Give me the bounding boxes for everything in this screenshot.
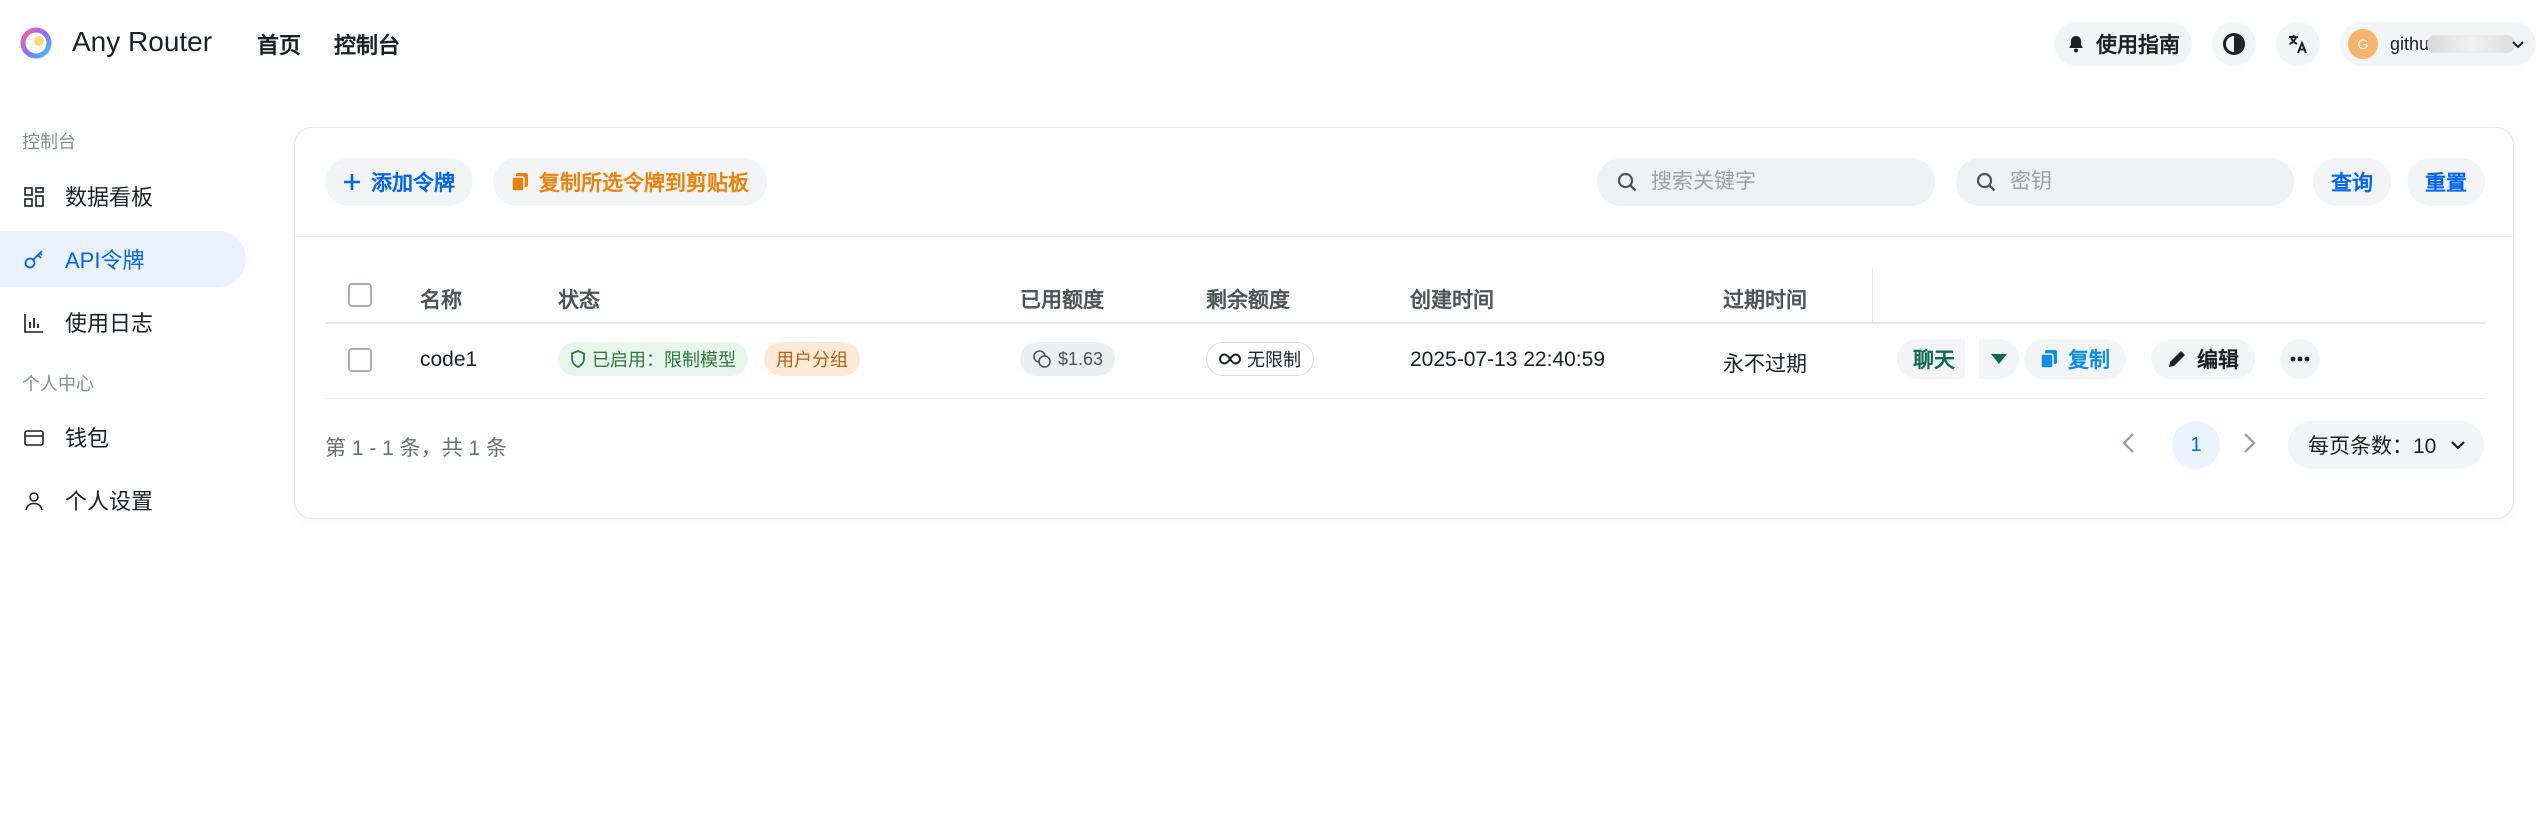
toolbar-divider: [295, 236, 2513, 237]
page-size-select[interactable]: 每页条数：10: [2288, 421, 2484, 469]
chevron-right-icon[interactable]: [2234, 428, 2264, 458]
column-separator: [1872, 268, 1873, 324]
user-menu-button[interactable]: G githu: [2340, 22, 2536, 66]
infinity-icon: [1219, 353, 1241, 365]
moon-icon: [2223, 33, 2245, 55]
language-button[interactable]: [2276, 22, 2320, 66]
pagination-summary: 第 1 - 1 条，共 1 条: [325, 437, 508, 460]
sidebar-item-api-tokens[interactable]: API令牌: [0, 231, 246, 287]
bell-icon: [2069, 36, 2083, 53]
caret-down-icon: [1991, 354, 2007, 364]
sidebar-item-label: 数据看板: [65, 185, 154, 210]
remaining-quota: 无限制: [1247, 350, 1301, 370]
copy-selected-label: 复制所选令牌到剪贴板: [539, 172, 749, 195]
copy-icon: [2040, 350, 2057, 369]
group-badge: 用户分组: [764, 342, 860, 376]
page-button-current[interactable]: 1: [2172, 421, 2220, 469]
add-token-label: 添加令牌: [371, 172, 455, 195]
app-logo-icon[interactable]: [20, 27, 52, 59]
shield-icon: [571, 350, 585, 368]
column-header-created[interactable]: 创建时间: [1410, 284, 1494, 314]
sidebar-item-label: 钱包: [65, 426, 110, 451]
key-icon: [24, 250, 43, 269]
column-header-used[interactable]: 已用额度: [1020, 284, 1104, 314]
sidebar-item-dashboard[interactable]: 数据看板: [0, 168, 246, 224]
search-icon: [1976, 172, 1996, 192]
sidebar-item-label: 个人设置: [65, 489, 154, 514]
query-label: 查询: [2331, 172, 2373, 195]
query-button[interactable]: 查询: [2313, 158, 2391, 206]
chat-button[interactable]: 聊天: [1897, 339, 1965, 379]
avatar: G: [2348, 29, 2378, 59]
chevron-left-icon[interactable]: [2114, 428, 2144, 458]
coins-icon: [1033, 350, 1051, 368]
nav-home[interactable]: 首页: [257, 28, 301, 60]
guide-label: 使用指南: [2096, 34, 2180, 57]
search-keyword-box: [1597, 158, 1935, 206]
search-icon: [1617, 172, 1637, 192]
used-quota: $1.63: [1058, 348, 1104, 369]
created-time: 2025-07-13 22:40:59: [1410, 348, 1605, 371]
edit-token-label: 编辑: [2197, 349, 2239, 372]
more-icon: [2290, 356, 2310, 362]
chevron-down-icon: [2512, 41, 2524, 49]
copy-token-label: 复制: [2068, 349, 2110, 372]
nav-console[interactable]: 控制台: [334, 28, 400, 60]
search-keyword-input[interactable]: [1651, 170, 1901, 194]
guide-button[interactable]: 使用指南: [2054, 22, 2192, 66]
edit-token-button[interactable]: 编辑: [2151, 339, 2255, 379]
reset-label: 重置: [2425, 172, 2467, 195]
token-name: code1: [420, 348, 478, 371]
used-quota-badge: $1.63: [1020, 342, 1116, 376]
pencil-icon: [2169, 351, 2185, 367]
copy-icon: [511, 173, 528, 192]
redacted-username: [2427, 35, 2516, 53]
user-name: githu: [2390, 33, 2430, 54]
group-text: 用户分组: [776, 350, 848, 370]
chat-dropdown-button[interactable]: [1979, 339, 2019, 379]
status-text: 已启用：限制模型: [592, 350, 736, 370]
translate-icon: [2289, 35, 2307, 54]
sidebar-section-personal: 个人中心: [22, 374, 94, 394]
table-header-divider: [325, 322, 2485, 324]
page-size-label: 每页条数：10: [2308, 435, 2437, 458]
theme-toggle-button[interactable]: [2212, 22, 2256, 66]
column-header-remaining[interactable]: 剩余额度: [1206, 284, 1290, 314]
column-header-expire[interactable]: 过期时间: [1723, 284, 1807, 314]
more-actions-button[interactable]: [2280, 339, 2320, 379]
chat-label: 聊天: [1913, 349, 1955, 372]
sidebar-item-wallet[interactable]: 钱包: [0, 409, 246, 465]
search-key-input[interactable]: [2010, 170, 2260, 194]
sidebar-item-usage-logs[interactable]: 使用日志: [0, 294, 246, 350]
sidebar-section-console: 控制台: [22, 132, 76, 152]
dashboard-icon: [24, 187, 44, 207]
reset-button[interactable]: 重置: [2407, 158, 2485, 206]
add-token-button[interactable]: 添加令牌: [325, 158, 473, 206]
tokens-card: 添加令牌 复制所选令牌到剪贴板 查询 重置 名称 状态 已用额度 剩余额度 创建…: [294, 127, 2514, 519]
user-icon: [25, 492, 43, 511]
sidebar-item-label: API令牌: [65, 248, 145, 273]
sidebar-item-settings[interactable]: 个人设置: [0, 472, 246, 528]
expire-time: 永不过期: [1723, 353, 1807, 376]
top-header: Any Router 首页 控制台 使用指南 G githu: [0, 0, 2542, 88]
row-divider: [325, 398, 2485, 399]
copy-selected-button[interactable]: 复制所选令牌到剪贴板: [493, 158, 767, 206]
status-badge: 已启用：限制模型: [558, 342, 748, 376]
bar-chart-icon: [24, 314, 43, 333]
wallet-icon: [24, 430, 44, 446]
row-checkbox[interactable]: [348, 348, 372, 372]
search-key-box: [1956, 158, 2294, 206]
copy-token-button[interactable]: 复制: [2024, 339, 2126, 379]
sidebar-item-label: 使用日志: [65, 311, 154, 336]
chevron-down-icon: [2451, 441, 2466, 450]
plus-icon: [344, 174, 360, 190]
select-all-checkbox[interactable]: [348, 283, 372, 307]
column-header-name[interactable]: 名称: [420, 284, 462, 314]
remaining-quota-badge: 无限制: [1206, 342, 1314, 376]
column-header-status[interactable]: 状态: [558, 284, 600, 314]
app-title[interactable]: Any Router: [72, 26, 212, 58]
